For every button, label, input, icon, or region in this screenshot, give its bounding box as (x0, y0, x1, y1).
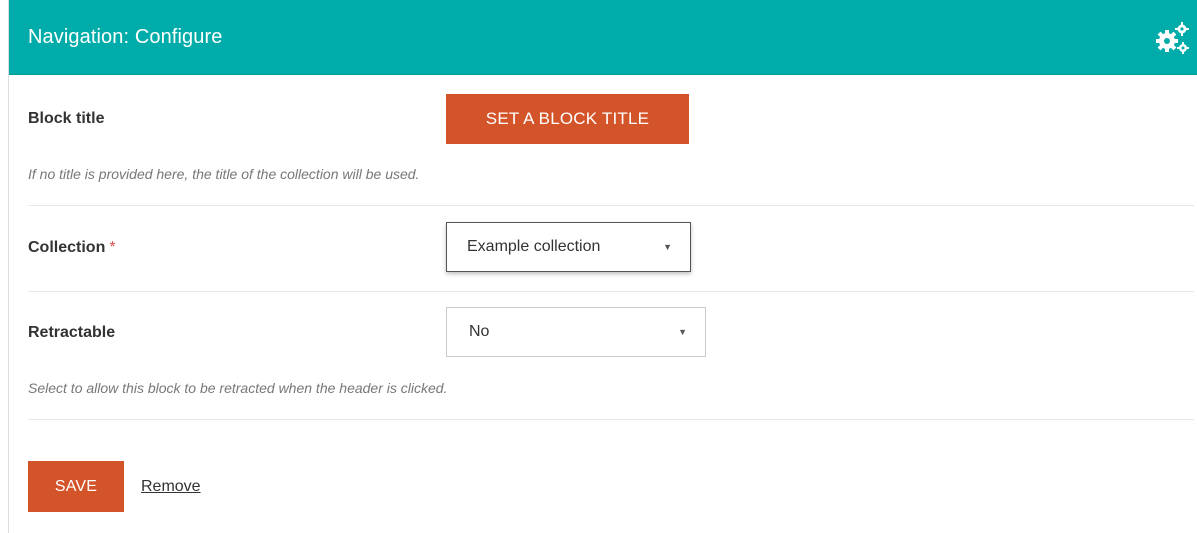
chevron-down-icon: ▼ (678, 327, 687, 337)
divider (28, 291, 1194, 292)
config-panel: Navigation: Configure Block title SET A … (8, 0, 1197, 533)
panel-title: Navigation: Configure (28, 26, 223, 48)
chevron-down-icon: ▼ (663, 242, 672, 252)
collection-label: Collection * (28, 239, 116, 257)
retractable-select[interactable]: No ▼ (446, 307, 706, 357)
gears-icon[interactable] (1154, 21, 1190, 57)
divider (28, 205, 1194, 206)
block-title-help: If no title is provided here, the title … (28, 166, 420, 182)
required-marker: * (109, 239, 116, 256)
retractable-label: Retractable (28, 324, 116, 341)
retractable-help: Select to allow this block to be retract… (28, 380, 448, 396)
remove-link[interactable]: Remove (141, 478, 201, 496)
save-button[interactable]: SAVE (28, 461, 124, 512)
divider (28, 419, 1194, 420)
panel-header: Navigation: Configure (9, 0, 1197, 75)
set-block-title-button[interactable]: SET A BLOCK TITLE (446, 94, 689, 144)
collection-label-text: Collection (28, 239, 106, 256)
block-title-label: Block title (28, 110, 105, 127)
collection-select-value: Example collection (467, 238, 601, 255)
collection-select[interactable]: Example collection ▼ (446, 222, 691, 272)
retractable-select-value: No (469, 323, 490, 340)
